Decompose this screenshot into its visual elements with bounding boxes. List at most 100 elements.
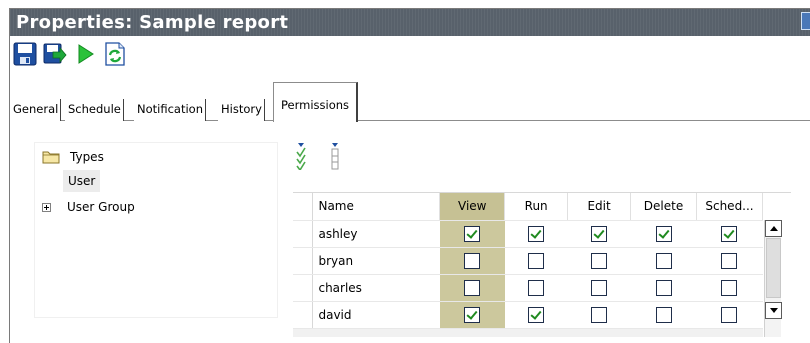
schedule-cell [696, 301, 763, 329]
run-permission-checkbox[interactable] [528, 225, 545, 242]
delete-cell [630, 247, 697, 275]
schedule-permission-checkbox[interactable] [721, 306, 738, 323]
tree-node-types[interactable]: Types [42, 150, 104, 164]
tree-node-user-group-label: User Group [67, 200, 135, 214]
arrow-down-icon [769, 308, 778, 313]
edit-permission-checkbox[interactable] [591, 252, 608, 269]
run-permission-checkbox[interactable] [528, 306, 545, 323]
view-permission-checkbox[interactable] [464, 252, 481, 269]
check-all-icon[interactable] [295, 142, 307, 170]
delete-permission-checkbox[interactable] [655, 252, 672, 269]
tab-history[interactable]: History [218, 99, 265, 121]
grid-controls [295, 142, 341, 170]
run-cell [504, 220, 568, 248]
tree-node-user[interactable]: User [63, 170, 101, 192]
title-bar: Properties: Sample report [10, 9, 810, 36]
edit-permission-checkbox[interactable] [591, 225, 608, 242]
user-name-cell: ashley [312, 220, 440, 248]
window-title: Properties: Sample report [16, 12, 289, 33]
permission-type-tree: Types User User Group [34, 142, 278, 318]
schedule-permission-checkbox[interactable] [721, 225, 738, 242]
view-cell [439, 220, 505, 248]
column-header-delete[interactable]: Delete [630, 193, 697, 221]
tab-notification[interactable]: Notification [134, 99, 206, 121]
delete-permission-checkbox[interactable] [655, 225, 672, 242]
row-header[interactable] [293, 220, 314, 248]
row-header[interactable] [293, 274, 314, 302]
permissions-grid: Name View Run Edit Delete Sched... ashle… [293, 192, 791, 337]
run-permission-checkbox[interactable] [528, 252, 545, 269]
delete-permission-checkbox[interactable] [655, 306, 672, 323]
edit-cell [567, 247, 631, 275]
row-header[interactable] [293, 247, 314, 275]
tree-node-user-label: User [68, 174, 96, 188]
schedule-cell [696, 274, 763, 302]
column-header-schedule[interactable]: Sched... [696, 193, 764, 221]
user-name-cell: charles [312, 274, 440, 302]
tree-node-user-group[interactable]: User Group [42, 200, 135, 214]
schedule-cell [696, 220, 763, 248]
table-row[interactable]: ashley [293, 220, 763, 248]
delete-permission-checkbox[interactable] [655, 279, 672, 296]
grid-bottom-strip [293, 329, 763, 337]
row-header-corner [293, 193, 314, 221]
schedule-permission-checkbox[interactable] [721, 252, 738, 269]
edit-cell [567, 301, 631, 329]
view-permission-checkbox[interactable] [464, 279, 481, 296]
tab-underline [10, 120, 810, 121]
permissions-table: Name View Run Edit Delete Sched... ashle… [293, 193, 764, 329]
table-header-row: Name View Run Edit Delete Sched... [293, 193, 764, 221]
run-permission-checkbox[interactable] [528, 279, 545, 296]
run-icon [78, 44, 94, 64]
scroll-up-button[interactable] [765, 220, 782, 237]
view-permission-checkbox[interactable] [464, 225, 481, 242]
run-cell [504, 247, 568, 275]
view-cell [439, 247, 505, 275]
row-header[interactable] [293, 301, 314, 329]
scroll-down-button[interactable] [765, 302, 782, 319]
vertical-scrollbar[interactable] [764, 220, 782, 337]
column-header-name[interactable]: Name [312, 193, 441, 221]
save-icon [13, 42, 37, 66]
expand-icon[interactable] [42, 202, 51, 212]
scroll-thumb[interactable] [766, 238, 781, 298]
refresh-icon [105, 42, 125, 66]
run-cell [504, 274, 568, 302]
delete-cell [630, 274, 697, 302]
user-name-cell: david [312, 301, 440, 329]
tab-general[interactable]: General [10, 99, 62, 121]
folder-icon [42, 151, 60, 164]
edit-permission-checkbox[interactable] [591, 306, 608, 323]
column-header-edit[interactable]: Edit [567, 193, 632, 221]
save-button[interactable] [12, 41, 38, 67]
save-and-close-button[interactable] [42, 41, 68, 67]
table-row[interactable]: david [293, 301, 763, 329]
edit-cell [567, 220, 631, 248]
delete-cell [630, 220, 697, 248]
tab-permissions[interactable]: Permissions [273, 82, 359, 122]
edit-cell [567, 274, 631, 302]
view-permission-checkbox[interactable] [464, 306, 481, 323]
toolbar [12, 41, 128, 67]
tab-schedule[interactable]: Schedule [65, 99, 124, 121]
table-row[interactable]: charles [293, 274, 763, 302]
run-button[interactable] [72, 41, 98, 67]
view-cell [439, 301, 505, 329]
uncheck-all-icon[interactable] [329, 142, 341, 170]
column-header-view[interactable]: View [439, 193, 506, 221]
tab-strip: General Schedule Notification History Pe… [10, 82, 810, 122]
refresh-button[interactable] [102, 41, 128, 67]
tree-node-types-label: Types [70, 150, 104, 164]
run-cell [504, 301, 568, 329]
edit-permission-checkbox[interactable] [591, 279, 608, 296]
view-cell [439, 274, 505, 302]
save-and-close-icon [43, 43, 67, 64]
permissions-table-body: ashley bryan charles david [293, 220, 763, 329]
schedule-permission-checkbox[interactable] [721, 279, 738, 296]
schedule-cell [696, 247, 763, 275]
window-control-button[interactable] [801, 12, 810, 30]
column-header-run[interactable]: Run [504, 193, 569, 221]
table-row[interactable]: bryan [293, 247, 763, 275]
arrow-up-icon [769, 226, 778, 231]
delete-cell [630, 301, 697, 329]
